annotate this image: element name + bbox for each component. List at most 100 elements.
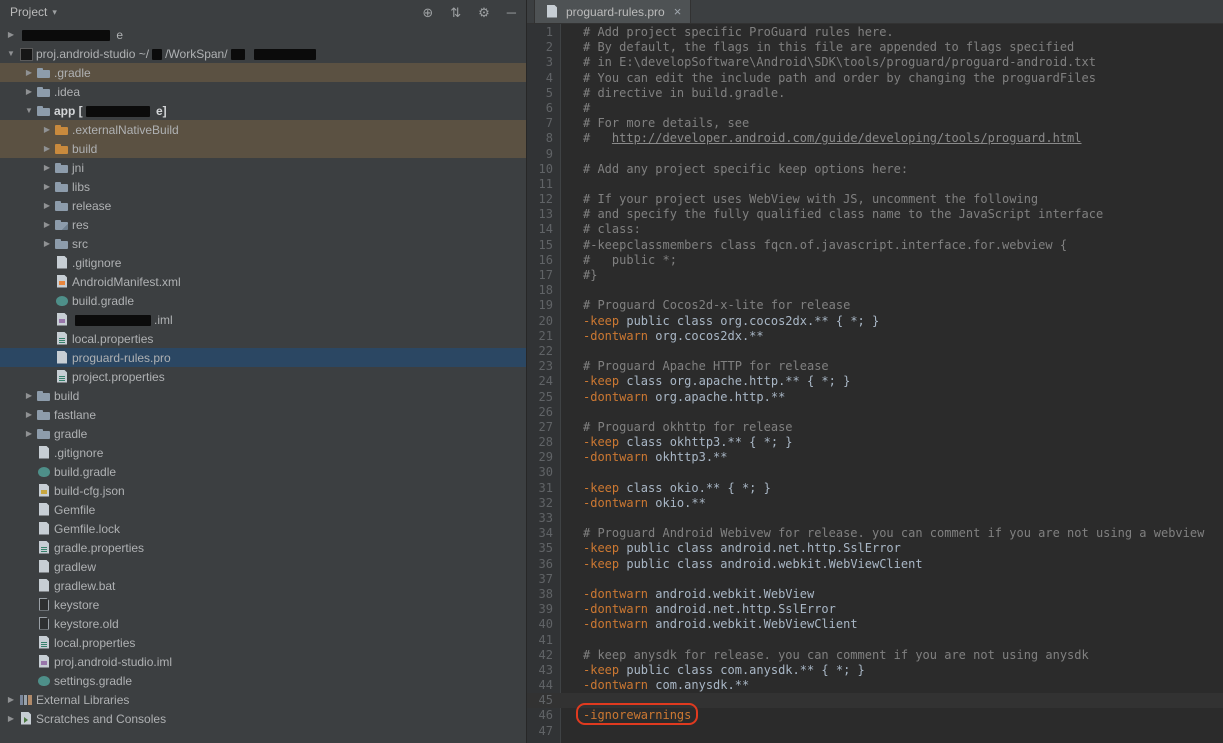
code-line-5[interactable]: 5 # directive in build.gradle. <box>527 86 1223 101</box>
code-line-39[interactable]: 39 -dontwarn android.net.http.SslError <box>527 602 1223 617</box>
tree-item-idea-dir[interactable]: ▶ .idea <box>0 82 526 101</box>
tree-item-gradle-properties[interactable]: gradle.properties <box>0 538 526 557</box>
chevron-right-icon[interactable]: ▶ <box>22 68 36 77</box>
tree-item-jni[interactable]: ▶ jni <box>0 158 526 177</box>
tree-item-gitignore[interactable]: .gitignore <box>0 443 526 462</box>
tree-item-build-dir[interactable]: ▶ build <box>0 386 526 405</box>
code-line-16[interactable]: 16 # public *; <box>527 253 1223 268</box>
code-line-4[interactable]: 4 # You can edit the include path and ord… <box>527 71 1223 86</box>
tree-item-build-cfg-json[interactable]: build-cfg.json <box>0 481 526 500</box>
code-line-26[interactable]: 26 <box>527 405 1223 420</box>
code-line-33[interactable]: 33 <box>527 511 1223 526</box>
chevron-right-icon[interactable]: ▶ <box>40 163 54 172</box>
code-line-47[interactable]: 47 <box>527 724 1223 739</box>
chevron-right-icon[interactable]: ▶ <box>22 391 36 400</box>
code-line-38[interactable]: 38 -dontwarn android.webkit.WebView <box>527 587 1223 602</box>
tree-item-externalnativebuild[interactable]: ▶ .externalNativeBuild <box>0 120 526 139</box>
code-line-35[interactable]: 35 -keep public class android.net.http.Ss… <box>527 541 1223 556</box>
code-line-1[interactable]: 1 # Add project specific ProGuard rules h… <box>527 25 1223 40</box>
tree-item-app[interactable]: ▼ app [ e] <box>0 101 526 120</box>
code-line-29[interactable]: 29 -dontwarn okhttp3.** <box>527 450 1223 465</box>
code-line-45[interactable]: 45 <box>527 693 1223 709</box>
tree-item-scratches-consoles[interactable]: ▶ Scratches and Consoles <box>0 709 526 728</box>
code-line-9[interactable]: 9 <box>527 147 1223 162</box>
code-line-36[interactable]: 36 -keep public class android.webkit.WebV… <box>527 557 1223 572</box>
code-line-40[interactable]: 40 -dontwarn android.webkit.WebViewClient <box>527 617 1223 632</box>
tree-item-app-gitignore[interactable]: .gitignore <box>0 253 526 272</box>
tree-item-external-libraries[interactable]: ▶ External Libraries <box>0 690 526 709</box>
code-line-8[interactable]: 8 # http://developer.android.com/guide/de… <box>527 131 1223 146</box>
tree-item-libs[interactable]: ▶ libs <box>0 177 526 196</box>
collapse-all-icon[interactable]: ⇅ <box>450 6 461 19</box>
code-line-28[interactable]: 28 -keep class okhttp3.** { *; } <box>527 435 1223 450</box>
tree-item-gradle-dir[interactable]: ▶ .gradle <box>0 63 526 82</box>
tree-item-gradle-folder[interactable]: ▶ gradle <box>0 424 526 443</box>
code-line-44[interactable]: 44 -dontwarn com.anysdk.** <box>527 678 1223 693</box>
code-line-20[interactable]: 20 -keep public class org.cocos2dx.** { *… <box>527 314 1223 329</box>
settings-gear-icon[interactable]: ⚙ <box>478 6 490 19</box>
code-line-14[interactable]: 14 # class: <box>527 222 1223 237</box>
chevron-right-icon[interactable]: ▶ <box>40 220 54 229</box>
code-line-37[interactable]: 37 <box>527 572 1223 587</box>
chevron-right-icon[interactable]: ▶ <box>40 125 54 134</box>
code-line-46[interactable]: 46 -ignorewarnings <box>527 708 1223 723</box>
tree-item-app-local-properties[interactable]: local.properties <box>0 329 526 348</box>
tree-item-proj-android-studio-iml[interactable]: proj.android-studio.iml <box>0 652 526 671</box>
editor-tab-proguard-rules[interactable]: proguard-rules.pro × <box>534 0 692 23</box>
code-line-17[interactable]: 17 #} <box>527 268 1223 283</box>
code-line-27[interactable]: 27 # Proguard okhttp for release <box>527 420 1223 435</box>
tree-item-project-root[interactable]: ▼ proj.android-studio ~//WorkSpan/ <box>0 44 526 63</box>
code-line-2[interactable]: 2 # By default, the flags in this file ar… <box>527 40 1223 55</box>
code-line-23[interactable]: 23 # Proguard Apache HTTP for release <box>527 359 1223 374</box>
code-line-30[interactable]: 30 <box>527 465 1223 480</box>
code-line-13[interactable]: 13 # and specify the fully qualified clas… <box>527 207 1223 222</box>
tree-item-gemfile[interactable]: Gemfile <box>0 500 526 519</box>
chevron-right-icon[interactable]: ▶ <box>4 695 18 704</box>
code-line-3[interactable]: 3 # in E:\developSoftware\Android\SDK\too… <box>527 55 1223 70</box>
tree-item-build-gradle[interactable]: build.gradle <box>0 462 526 481</box>
tree-item-proguard-rules[interactable]: proguard-rules.pro <box>0 348 526 367</box>
hide-panel-icon[interactable]: ─ <box>507 6 516 19</box>
chevron-right-icon[interactable]: ▶ <box>40 239 54 248</box>
chevron-right-icon[interactable]: ▶ <box>22 410 36 419</box>
chevron-right-icon[interactable]: ▶ <box>4 714 18 723</box>
chevron-right-icon[interactable]: ▶ <box>4 30 18 39</box>
code-line-24[interactable]: 24 -keep class org.apache.http.** { *; } <box>527 374 1223 389</box>
tree-item-keystore[interactable]: keystore <box>0 595 526 614</box>
code-line-19[interactable]: 19 # Proguard Cocos2d-x-lite for release <box>527 298 1223 313</box>
code-line-7[interactable]: 7 # For more details, see <box>527 116 1223 131</box>
code-line-31[interactable]: 31 -keep class okio.** { *; } <box>527 481 1223 496</box>
chevron-right-icon[interactable]: ▶ <box>40 144 54 153</box>
code-line-42[interactable]: 42 # keep anysdk for release. you can com… <box>527 648 1223 663</box>
tree-item-gemfile-lock[interactable]: Gemfile.lock <box>0 519 526 538</box>
code-line-10[interactable]: 10 # Add any project specific keep option… <box>527 162 1223 177</box>
code-line-18[interactable]: 18 <box>527 283 1223 298</box>
code-line-6[interactable]: 6 # <box>527 101 1223 116</box>
code-line-15[interactable]: 15 #-keepclassmembers class fqcn.of.javas… <box>527 238 1223 253</box>
code-line-22[interactable]: 22 <box>527 344 1223 359</box>
close-icon[interactable]: × <box>674 5 682 18</box>
chevron-down-icon[interactable]: ▼ <box>22 106 36 115</box>
tree-item-fastlane[interactable]: ▶ fastlane <box>0 405 526 424</box>
code-line-32[interactable]: 32 -dontwarn okio.** <box>527 496 1223 511</box>
tree-item-res[interactable]: ▶ res <box>0 215 526 234</box>
tree-item-redacted-module[interactable]: ▶ e <box>0 25 526 44</box>
code-line-12[interactable]: 12 # If your project uses WebView with JS… <box>527 192 1223 207</box>
code-line-41[interactable]: 41 <box>527 633 1223 648</box>
tree-item-app-build-gradle[interactable]: build.gradle <box>0 291 526 310</box>
chevron-right-icon[interactable]: ▶ <box>40 201 54 210</box>
code-line-11[interactable]: 11 <box>527 177 1223 192</box>
tree-item-redacted-iml[interactable]: .iml <box>0 310 526 329</box>
tree-item-androidmanifest[interactable]: AndroidManifest.xml <box>0 272 526 291</box>
tree-item-local-properties[interactable]: local.properties <box>0 633 526 652</box>
chevron-down-icon[interactable]: ▼ <box>4 49 18 58</box>
chevron-right-icon[interactable]: ▶ <box>40 182 54 191</box>
tree-item-settings-gradle[interactable]: settings.gradle <box>0 671 526 690</box>
tree-item-gradlew-bat[interactable]: gradlew.bat <box>0 576 526 595</box>
tree-item-gradlew[interactable]: gradlew <box>0 557 526 576</box>
code-line-43[interactable]: 43 -keep public class com.anysdk.** { *; … <box>527 663 1223 678</box>
code-line-34[interactable]: 34 # Proguard Android Webivew for release… <box>527 526 1223 541</box>
locate-icon[interactable]: ⊕ <box>422 6 433 19</box>
code-line-25[interactable]: 25 -dontwarn org.apache.http.** <box>527 390 1223 405</box>
tree-item-app-build[interactable]: ▶ build <box>0 139 526 158</box>
